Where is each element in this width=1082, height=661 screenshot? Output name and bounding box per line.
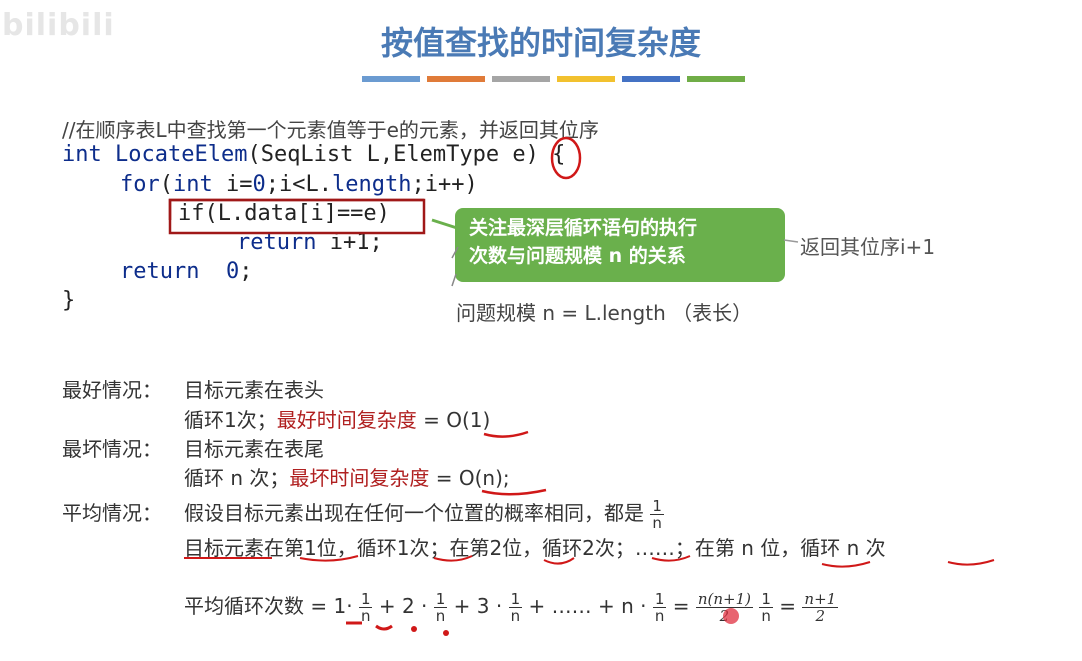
underline-loop2 bbox=[651, 555, 691, 562]
problem-size-pointers bbox=[451, 246, 459, 287]
underline-pos1 bbox=[299, 555, 359, 562]
if-highlight-box bbox=[168, 198, 426, 235]
mark-2 bbox=[375, 624, 393, 631]
handwritten-annotations bbox=[168, 136, 995, 636]
mark-4 bbox=[443, 630, 449, 636]
return-note-line bbox=[783, 239, 799, 243]
underline-loopn bbox=[947, 559, 995, 566]
underline-pos2 bbox=[543, 557, 575, 565]
highlight-top bbox=[168, 198, 424, 220]
circle-param-e bbox=[550, 136, 582, 180]
cursor-dot bbox=[723, 608, 739, 624]
underline-posn bbox=[821, 561, 871, 568]
mark-3 bbox=[411, 626, 417, 632]
underline-on bbox=[481, 488, 547, 496]
underline-loop1 bbox=[433, 555, 473, 562]
underline-o1 bbox=[483, 430, 529, 438]
callout-pointer bbox=[431, 218, 458, 230]
